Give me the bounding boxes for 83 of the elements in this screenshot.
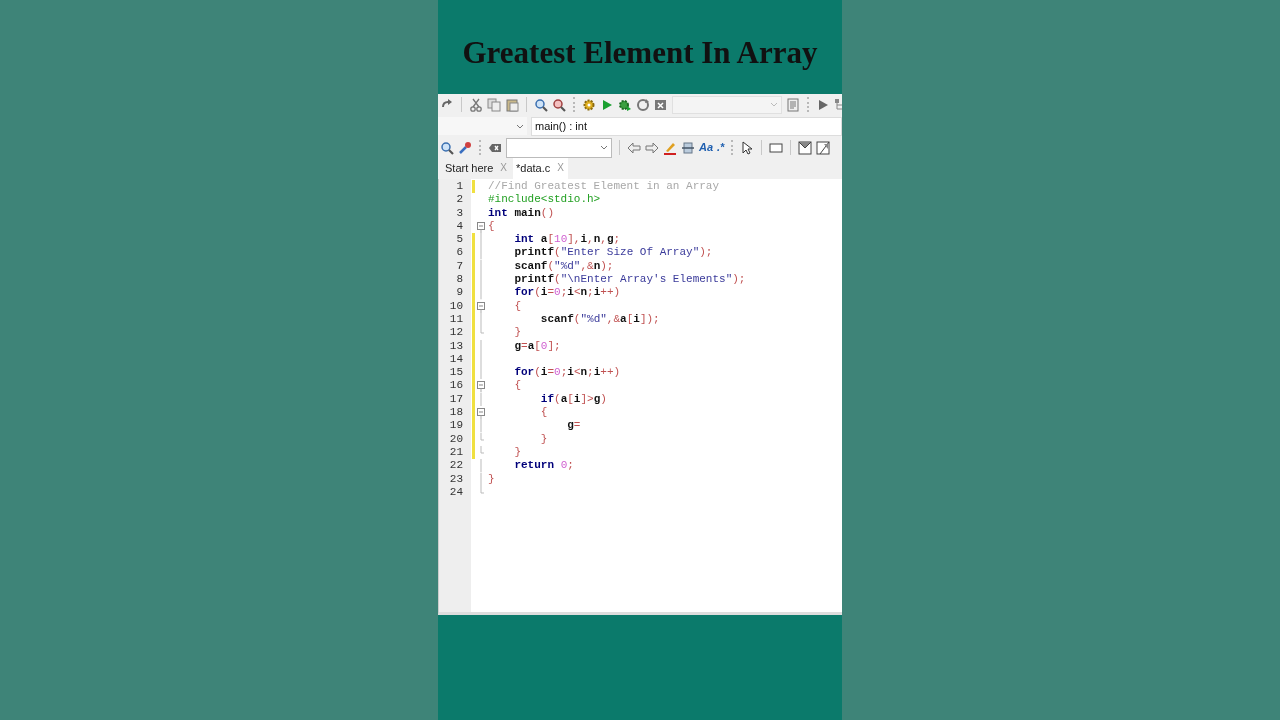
- forward-arrow-icon[interactable]: [645, 140, 659, 155]
- code-line: {: [539, 406, 548, 420]
- code-line: g=: [566, 419, 581, 433]
- editor-tab[interactable]: Start here X: [442, 157, 511, 179]
- code-line: for(i=0;i<n;i++): [513, 286, 621, 300]
- frame-icon[interactable]: [798, 140, 813, 155]
- line-number: 9: [455, 286, 463, 300]
- highlight-pen-icon[interactable]: [663, 140, 677, 155]
- code-line: }: [487, 472, 495, 486]
- caret-icon: [600, 144, 608, 151]
- line-number: 19: [448, 419, 463, 433]
- match-toggle[interactable]: Aa: [699, 139, 714, 156]
- code-line: printf("Enter Size Of Array");: [513, 246, 713, 260]
- line-number: 4: [455, 219, 463, 234]
- code-line: }: [539, 432, 548, 446]
- play-icon[interactable]: [816, 97, 830, 112]
- fold-toggle-icon[interactable]: [475, 219, 487, 234]
- line-number: 6: [455, 246, 463, 260]
- selection-icon[interactable]: [681, 140, 695, 155]
- function-dropdown[interactable]: main() : int: [531, 116, 842, 136]
- code-line: if(a[i]>g): [539, 392, 607, 407]
- line-number: 10: [448, 299, 463, 313]
- line-number: 13: [448, 339, 463, 353]
- search-icon[interactable]: [534, 97, 548, 112]
- fold-toggle-icon[interactable]: [475, 406, 487, 420]
- line-number: 1: [455, 180, 463, 194]
- line-number: 21: [448, 445, 463, 460]
- line-number: 17: [448, 392, 463, 407]
- code-line: }: [513, 445, 521, 460]
- code-line: for(i=0;i<n;i++): [513, 366, 621, 380]
- line-number: 3: [455, 206, 463, 220]
- line-number: 2: [455, 193, 463, 207]
- code-line: {: [513, 379, 521, 393]
- line-number: 18: [448, 406, 463, 420]
- line-number: 22: [448, 459, 463, 473]
- close-tab-button[interactable]: X: [557, 159, 564, 176]
- rectangle-icon[interactable]: [769, 140, 784, 155]
- replace-icon[interactable]: [552, 97, 566, 112]
- line-number: 20: [448, 432, 463, 446]
- caret-icon: [770, 101, 778, 108]
- rebuild-icon[interactable]: [636, 97, 650, 112]
- frame-icon[interactable]: [816, 140, 831, 155]
- line-number: 14: [448, 352, 463, 367]
- match-toggle[interactable]: .*: [717, 139, 725, 156]
- gear-icon[interactable]: [582, 97, 596, 112]
- video-title: Greatest Element In Array: [462, 34, 818, 72]
- line-number: 11: [448, 312, 463, 327]
- search-icon[interactable]: [440, 140, 454, 155]
- run-icon[interactable]: [600, 97, 614, 112]
- tab-label: *data.c: [516, 160, 551, 176]
- stop-icon[interactable]: [654, 97, 668, 112]
- code-line: int a[10],i,n,g;: [513, 233, 621, 247]
- line-number: 12: [448, 326, 463, 340]
- editor-tab[interactable]: *data.c X: [513, 157, 568, 179]
- code-line: scanf("%d",&n);: [513, 259, 614, 274]
- code-line: return 0;: [513, 459, 574, 473]
- fold-toggle-icon[interactable]: [475, 299, 487, 313]
- code-line: scanf("%d",&a[i]);: [539, 312, 660, 327]
- code-line: int main(): [487, 206, 554, 220]
- code-line: {: [513, 299, 521, 313]
- fold-toggle-icon[interactable]: [475, 379, 487, 393]
- gear-icon[interactable]: [618, 97, 632, 112]
- cut-icon[interactable]: [469, 97, 483, 112]
- line-number: 23: [448, 472, 463, 486]
- code-line: }: [513, 326, 521, 340]
- line-number: 8: [455, 273, 463, 287]
- line-number: 5: [455, 233, 463, 247]
- pointer-icon[interactable]: [740, 140, 755, 155]
- code-line: g=a[0];: [513, 339, 561, 353]
- code-line: //Find Greatest Element in an Array: [487, 180, 720, 194]
- back-arrow-icon[interactable]: [627, 140, 641, 155]
- line-number: 24: [448, 485, 463, 500]
- copy-icon[interactable]: [487, 97, 501, 112]
- line-number: 15: [448, 366, 463, 380]
- caret-icon: [516, 122, 524, 130]
- line-number: 16: [448, 379, 463, 393]
- code-line: printf("\nEnter Array's Elements");: [513, 273, 746, 287]
- code-line: #include<stdio.h>: [487, 193, 601, 207]
- line-number: 7: [455, 259, 463, 274]
- wrench-icon[interactable]: [458, 140, 472, 155]
- tab-label: Start here: [445, 160, 494, 176]
- paste-icon[interactable]: [505, 97, 519, 112]
- code-line: {: [487, 219, 495, 234]
